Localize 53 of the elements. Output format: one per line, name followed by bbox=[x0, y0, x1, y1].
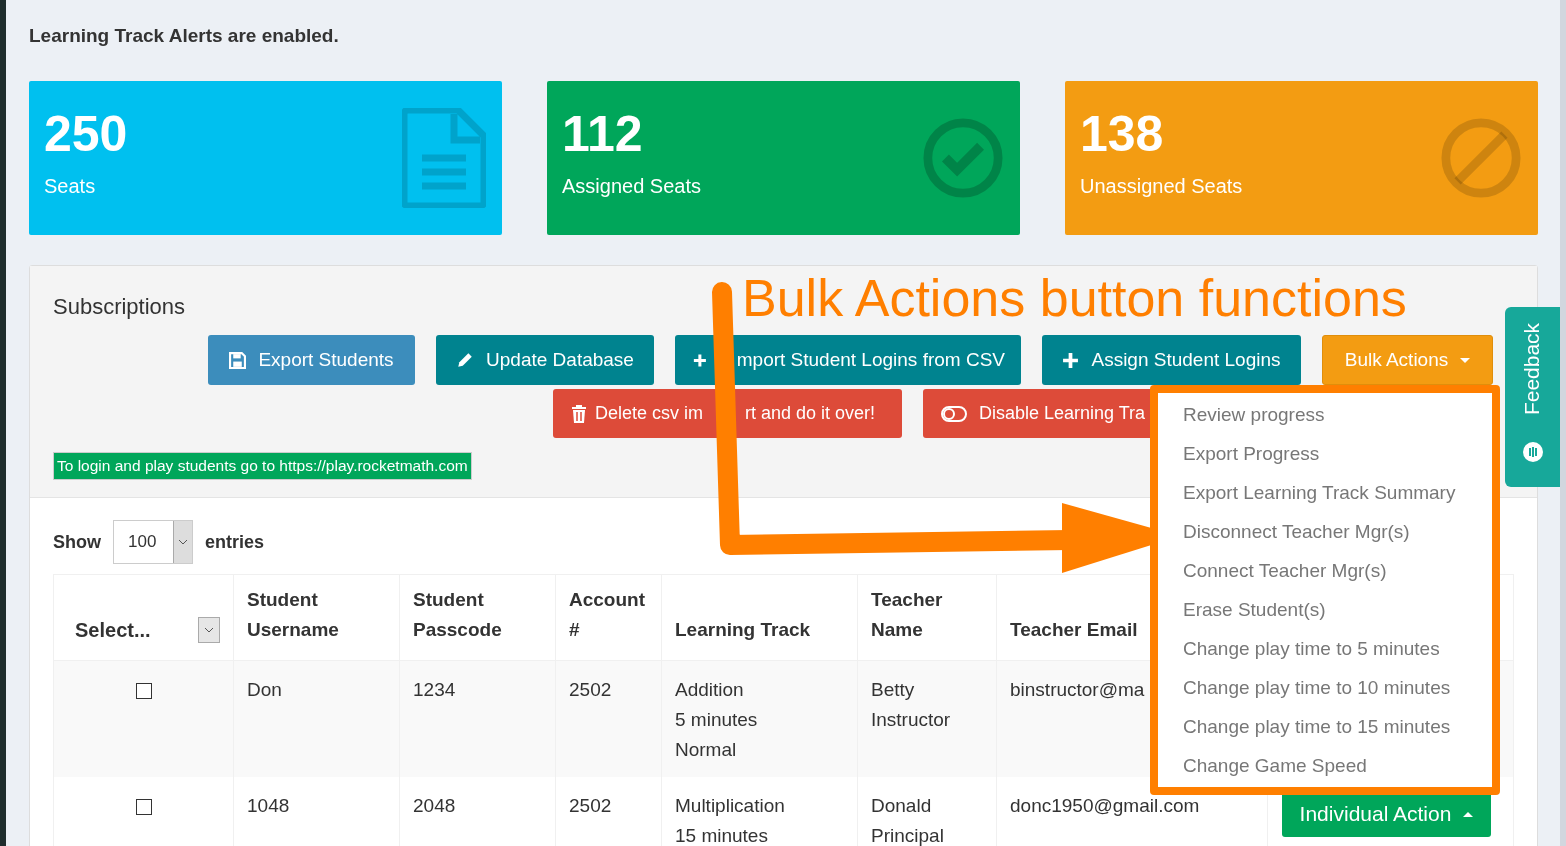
action-button[interactable]: Export Students bbox=[208, 335, 415, 385]
table-cell: Betty Instructor bbox=[857, 660, 997, 777]
alert-text: Learning Track Alerts are enabled. bbox=[29, 24, 340, 48]
column-header: Student Username bbox=[233, 574, 400, 661]
chevron-icon bbox=[205, 627, 213, 633]
plus-icon bbox=[1062, 351, 1080, 369]
check-circle-icon bbox=[922, 117, 1004, 199]
column-header: Account # bbox=[555, 574, 662, 661]
column-header: Teacher Name bbox=[857, 574, 997, 661]
feedback-tab[interactable]: Feedback bbox=[1505, 307, 1560, 487]
chat-icon bbox=[1521, 441, 1544, 463]
select-label: Select... bbox=[75, 618, 151, 643]
action-button[interactable]: Update Database bbox=[436, 335, 654, 385]
delete-button[interactable]: Delete csv im rt and do it over! bbox=[553, 389, 902, 438]
action-button[interactable]: mport Student Logins from CSV bbox=[675, 335, 1021, 385]
action-button[interactable]: Assign Student Logins bbox=[1042, 335, 1301, 385]
trash-icon bbox=[571, 404, 587, 423]
row-checkbox[interactable] bbox=[135, 799, 152, 815]
stat-label: Assigned Seats bbox=[562, 174, 701, 198]
table-cell: 1234 bbox=[399, 660, 556, 777]
stat-value: 250 bbox=[44, 108, 128, 159]
menu-item[interactable]: Review progress bbox=[1183, 401, 1492, 440]
login-banner: To login and play students go to https://play.rocketmath.com bbox=[53, 452, 472, 480]
stat-label: Unassigned Seats bbox=[1080, 174, 1243, 198]
toggle-icon bbox=[941, 405, 967, 422]
plus-icon bbox=[693, 351, 707, 369]
stat-value: 138 bbox=[1080, 108, 1165, 159]
ban-icon bbox=[1440, 117, 1522, 199]
stat-label: Seats bbox=[44, 174, 97, 198]
table-cell: Multiplication 15 minutes bbox=[661, 777, 858, 846]
pencil-icon bbox=[456, 351, 475, 369]
menu-item[interactable]: Disconnect Teacher Mgr(s) bbox=[1183, 518, 1492, 557]
column-header: Learning Track bbox=[661, 574, 858, 661]
table-cell: Donald Principal bbox=[857, 777, 997, 846]
save-icon bbox=[229, 351, 247, 369]
column-header: Student Passcode bbox=[399, 574, 556, 661]
annotation-text: Bulk Actions button functions bbox=[742, 268, 1407, 328]
table-cell: 2048 bbox=[399, 777, 556, 846]
chevron-icon bbox=[179, 539, 187, 545]
table-cell: 1048 bbox=[233, 777, 400, 846]
document-icon bbox=[402, 108, 486, 208]
row-checkbox[interactable] bbox=[135, 683, 152, 699]
menu-item[interactable]: Export Progress bbox=[1183, 440, 1492, 479]
table-cell: 2502 bbox=[555, 660, 662, 777]
table-cell: Addition 5 minutes Normal bbox=[661, 660, 858, 777]
entries-label: entries bbox=[205, 531, 265, 553]
panel-title: Subscriptions bbox=[53, 294, 186, 320]
show-label: Show bbox=[53, 531, 101, 553]
stat-value: 112 bbox=[562, 108, 644, 159]
table-cell: Don bbox=[233, 660, 400, 777]
page-size-select[interactable]: 100 bbox=[113, 520, 193, 564]
menu-item[interactable]: Export Learning Track Summary bbox=[1183, 479, 1492, 518]
table-cell: 2502 bbox=[555, 777, 662, 846]
